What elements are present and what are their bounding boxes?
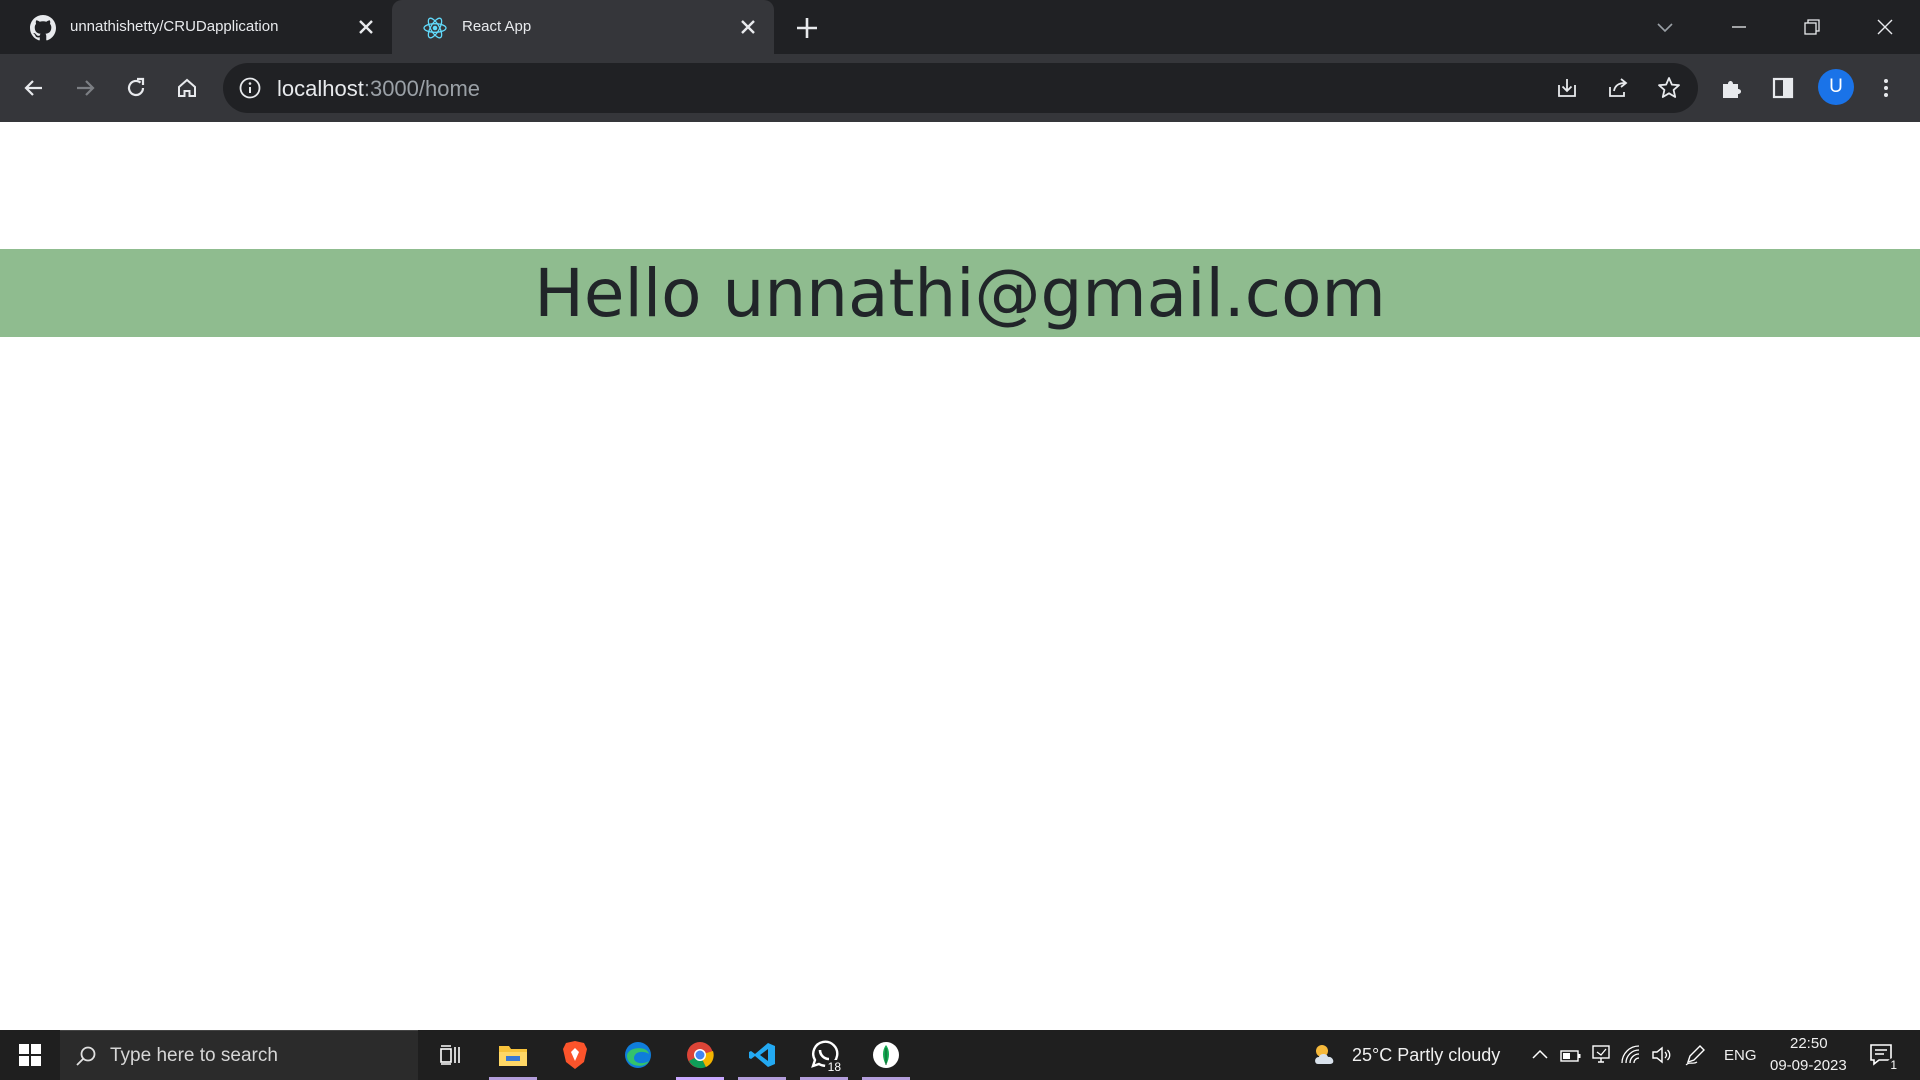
- kebab-menu-icon[interactable]: [1869, 71, 1903, 105]
- mongodb-compass-icon[interactable]: [860, 1030, 912, 1080]
- notification-count-badge: 1: [1887, 1058, 1900, 1072]
- side-panel-icon[interactable]: [1766, 71, 1800, 105]
- whatsapp-icon[interactable]: 18: [798, 1030, 850, 1080]
- wifi-icon[interactable]: [1620, 1044, 1642, 1066]
- taskbar-search-box[interactable]: Type here to search: [60, 1030, 418, 1080]
- partly-cloudy-weather-icon[interactable]: [1310, 1040, 1340, 1070]
- site-info-icon[interactable]: [237, 75, 263, 101]
- close-tab-icon[interactable]: [354, 15, 378, 39]
- display-network-icon[interactable]: [1590, 1044, 1612, 1066]
- task-view-icon[interactable]: [424, 1030, 476, 1080]
- battery-icon[interactable]: [1560, 1045, 1582, 1065]
- edge-icon[interactable]: [612, 1030, 664, 1080]
- vscode-icon[interactable]: [736, 1030, 788, 1080]
- search-placeholder: Type here to search: [110, 1045, 278, 1066]
- home-icon[interactable]: [170, 71, 204, 105]
- url-text[interactable]: localhost:3000/home: [277, 76, 480, 102]
- restore-icon[interactable]: [1795, 10, 1829, 44]
- tab-github[interactable]: unnathishetty/CRUDapplication: [0, 0, 392, 54]
- address-bar[interactable]: localhost:3000/home: [223, 63, 1698, 113]
- browser-toolbar: localhost:3000/home U: [0, 54, 1920, 122]
- notification-center-icon[interactable]: 1: [1868, 1042, 1900, 1072]
- weather-text[interactable]: 25°C Partly cloudy: [1352, 1045, 1500, 1066]
- volume-icon[interactable]: [1650, 1044, 1672, 1066]
- language-indicator[interactable]: ENG: [1724, 1047, 1757, 1064]
- chrome-icon[interactable]: [674, 1030, 726, 1080]
- bookmark-star-icon[interactable]: [1654, 73, 1684, 103]
- tab-search-chevron-icon[interactable]: [1648, 10, 1682, 44]
- pen-ink-icon[interactable]: [1684, 1044, 1706, 1066]
- close-window-icon[interactable]: [1868, 10, 1902, 44]
- back-arrow-icon[interactable]: [17, 71, 51, 105]
- greeting-heading: Hello unnathi@gmail.com: [534, 254, 1386, 332]
- page-viewport: Hello unnathi@gmail.com: [0, 122, 1920, 1030]
- share-icon[interactable]: [1603, 73, 1633, 103]
- forward-arrow-icon[interactable]: [68, 71, 102, 105]
- windows-taskbar: Type here to search 18 25°C Partly cloud…: [0, 1030, 1920, 1080]
- clock-date[interactable]: 09-09-2023: [1770, 1057, 1847, 1074]
- tab-title: React App: [462, 18, 532, 35]
- new-tab-plus-icon[interactable]: [792, 13, 822, 43]
- show-hidden-icons-chevron-icon[interactable]: [1530, 1045, 1550, 1065]
- github-icon: [30, 15, 56, 41]
- clock-time[interactable]: 22:50: [1790, 1035, 1828, 1052]
- url-path: :3000/home: [363, 76, 481, 101]
- whatsapp-unread-badge: 18: [824, 1060, 844, 1074]
- file-explorer-icon[interactable]: [487, 1030, 539, 1080]
- tab-react-app[interactable]: React App: [392, 0, 774, 54]
- search-icon: [74, 1044, 98, 1068]
- close-tab-icon[interactable]: [736, 15, 760, 39]
- tab-strip: unnathishetty/CRUDapplication React App: [0, 0, 1920, 54]
- install-app-icon[interactable]: [1552, 73, 1582, 103]
- url-host: localhost: [277, 76, 364, 101]
- tab-title: unnathishetty/CRUDapplication: [70, 18, 279, 35]
- minimize-icon[interactable]: [1722, 10, 1756, 44]
- profile-avatar[interactable]: U: [1818, 69, 1854, 105]
- brave-icon[interactable]: [549, 1030, 601, 1080]
- greeting-banner: Hello unnathi@gmail.com: [0, 249, 1920, 337]
- react-icon: [422, 15, 448, 41]
- reload-icon[interactable]: [119, 71, 153, 105]
- extensions-puzzle-icon[interactable]: [1715, 71, 1749, 105]
- windows-start-icon[interactable]: [0, 1030, 60, 1080]
